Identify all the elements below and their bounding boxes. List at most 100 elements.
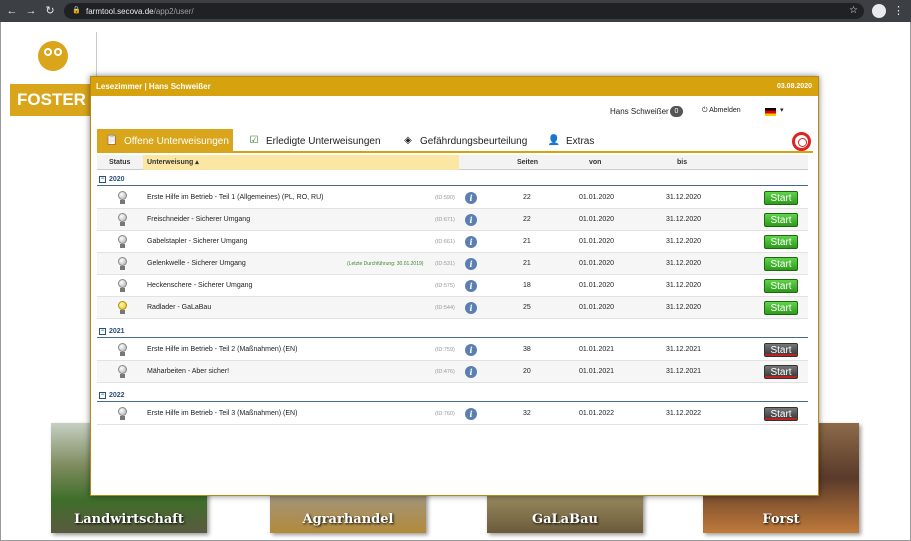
unterweisung-title[interactable]: Erste Hilfe im Betrieb - Teil 3 (Maßnahm… (147, 403, 297, 425)
year-label: 2020 (109, 176, 125, 183)
unterweisung-title[interactable]: Gelenkwelle - Sicherer Umgang (147, 253, 246, 275)
column-status[interactable]: Status (109, 155, 130, 170)
unterweisung-title[interactable]: Heckenschere - Sicherer Umgang (147, 275, 252, 297)
tile-label: Landwirtschaft (74, 512, 184, 527)
to-date: 31.12.2020 (666, 282, 702, 289)
lifebuoy-help-icon[interactable] (792, 132, 811, 151)
reload-icon[interactable]: ↻ (43, 4, 57, 18)
address-bar[interactable]: 🔒 farmtool.secova.de/app2/user/ ☆ (64, 3, 864, 19)
start-button[interactable]: Start (764, 213, 798, 227)
person-icon: 👤 (547, 135, 561, 146)
collapse-icon[interactable]: − (99, 327, 106, 335)
unterweisung-title[interactable]: Gabelstapler - Sicherer Umgang (147, 231, 247, 253)
unterweisung-id: (ID:544) (435, 305, 455, 311)
column-bis[interactable]: bis (677, 155, 687, 170)
lightbulb-icon (117, 235, 127, 249)
profile-avatar-icon[interactable] (872, 4, 886, 18)
pages-value: 22 (523, 194, 531, 201)
menu-kebab-icon[interactable]: ⋮ (893, 3, 904, 19)
chevron-down-icon[interactable]: ▾ (780, 106, 784, 114)
info-icon[interactable]: i (465, 366, 477, 378)
unterweisung-id: (ID:760) (435, 411, 455, 417)
start-button[interactable]: Start (764, 301, 798, 315)
unterweisung-id: (ID:590) (435, 195, 455, 201)
unterweisung-title[interactable]: Erste Hilfe im Betrieb - Teil 2 (Maßnahm… (147, 339, 297, 361)
info-icon[interactable]: i (465, 214, 477, 226)
pages-value: 18 (523, 282, 531, 289)
modal-date: 03.08.2020 (776, 83, 812, 90)
notification-badge[interactable]: 0 (670, 106, 683, 117)
from-date: 01.01.2021 (579, 368, 615, 375)
from-date: 01.01.2020 (579, 216, 615, 223)
table-row: Mäharbeiten - Aber sicher! (ID:476) i 20 01.… (97, 361, 808, 383)
bookmark-star-icon[interactable]: ☆ (849, 5, 858, 17)
logout-button[interactable]: ⏻ Abmelden (702, 107, 741, 115)
modal-title: Lesezimmer | Hans Schweißer (91, 77, 818, 96)
year-group-header[interactable]: −2022 (97, 389, 808, 402)
german-flag-icon[interactable] (765, 108, 776, 116)
lightbulb-icon (117, 343, 127, 357)
unterweisung-title[interactable]: Radlader - GaLaBau (147, 297, 211, 319)
from-date: 01.01.2020 (579, 238, 615, 245)
start-button[interactable]: Start (764, 257, 798, 271)
reading-room-modal: Lesezimmer | Hans Schweißer 03.08.2020 H… (90, 76, 819, 496)
owl-eyes-icon (44, 48, 62, 58)
tab-gefaehrdungsbeurteilung[interactable]: ◈ Gefährdungsbeurteilung (393, 129, 533, 153)
to-date: 31.12.2021 (666, 368, 702, 375)
browser-toolbar: ← → ↻ 🔒 farmtool.secova.de/app2/user/ ☆ … (0, 0, 911, 22)
pages-value: 25 (523, 304, 531, 311)
arrow-right-icon[interactable]: → (24, 4, 38, 18)
tab-label: Erledigte Unterweisungen (266, 135, 381, 147)
to-date: 31.12.2020 (666, 260, 702, 267)
tab-erledigte-unterweisungen[interactable]: ☑ Erledigte Unterweisungen (239, 129, 387, 153)
unterweisung-id: (ID:661) (435, 239, 455, 245)
start-button[interactable]: Start (764, 365, 798, 379)
tab-label: Extras (566, 135, 595, 147)
year-label: 2022 (109, 392, 125, 399)
from-date: 01.01.2020 (579, 304, 615, 311)
table-row: Erste Hilfe im Betrieb - Teil 3 (Maßnahm… (97, 403, 808, 425)
info-icon[interactable]: i (465, 344, 477, 356)
from-date: 01.01.2020 (579, 194, 615, 201)
user-bar: Hans Schweißer 0 ⏻ Abmelden ▾ (91, 99, 818, 125)
to-date: 31.12.2020 (666, 238, 702, 245)
lightbulb-icon (117, 213, 127, 227)
start-button[interactable]: Start (764, 279, 798, 293)
info-icon[interactable]: i (465, 302, 477, 314)
clipboard-alert-icon: 📋 (105, 135, 119, 146)
start-button[interactable]: Start (764, 191, 798, 205)
collapse-icon[interactable]: − (99, 175, 106, 183)
column-unterweisung[interactable]: Unterweisung ▴ (143, 155, 459, 170)
column-von[interactable]: von (589, 155, 601, 170)
from-date: 01.01.2020 (579, 282, 615, 289)
collapse-icon[interactable]: − (99, 391, 106, 399)
start-button[interactable]: Start (764, 343, 798, 357)
lightbulb-icon (117, 365, 127, 379)
unterweisung-title[interactable]: Erste Hilfe im Betrieb - Teil 1 (Allgeme… (147, 187, 323, 209)
table-row: Gelenkwelle - Sicherer Umgang (Letzte Dur… (97, 253, 808, 275)
info-icon[interactable]: i (465, 192, 477, 204)
year-group-header[interactable]: −2021 (97, 325, 808, 338)
info-icon[interactable]: i (465, 236, 477, 248)
table-header: Status Unterweisung ▴ Seiten von bis (97, 155, 808, 170)
tab-offene-unterweisungen[interactable]: 📋 Offene Unterweisungen (97, 129, 233, 153)
from-date: 01.01.2020 (579, 260, 615, 267)
start-button[interactable]: Start (764, 235, 798, 249)
info-icon[interactable]: i (465, 258, 477, 270)
tile-label: Agrarhandel (302, 512, 394, 527)
arrow-left-icon[interactable]: ← (5, 4, 19, 18)
start-button[interactable]: Start (764, 407, 798, 421)
lightbulb-icon (117, 191, 127, 205)
unterweisung-title[interactable]: Mäharbeiten - Aber sicher! (147, 361, 229, 383)
year-group-header[interactable]: −2020 (97, 173, 808, 186)
to-date: 31.12.2022 (666, 410, 702, 417)
tile-label: GaLaBau (532, 512, 598, 527)
tile-label: Forst (762, 512, 800, 527)
info-icon[interactable]: i (465, 280, 477, 292)
column-seiten[interactable]: Seiten (517, 155, 538, 170)
user-name: Hans Schweißer (610, 107, 669, 116)
info-icon[interactable]: i (465, 408, 477, 420)
unterweisung-title[interactable]: Freischneider - Sicherer Umgang (147, 209, 250, 231)
tab-extras[interactable]: 👤 Extras (539, 129, 609, 153)
to-date: 31.12.2020 (666, 216, 702, 223)
